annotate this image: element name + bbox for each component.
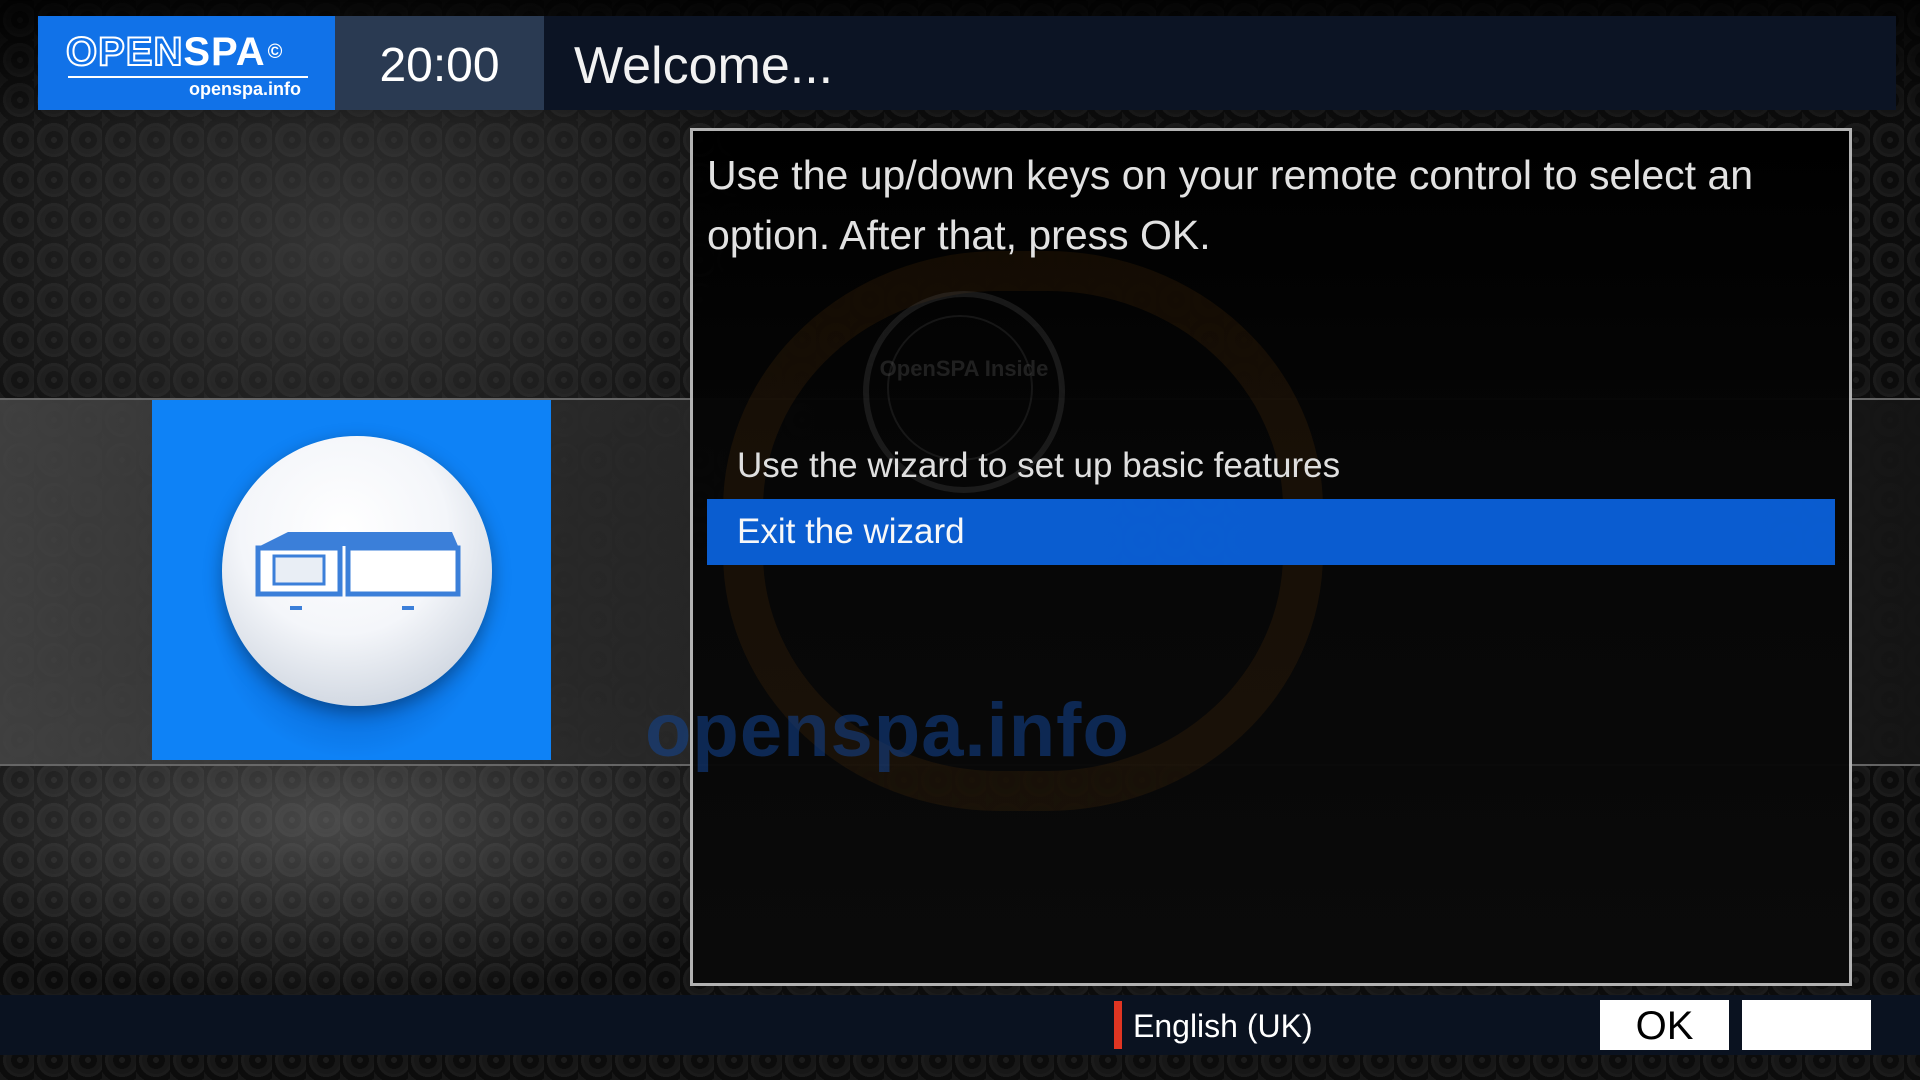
page-title: Welcome... bbox=[574, 37, 834, 95]
footer-bar: English (UK) OK bbox=[0, 995, 1920, 1055]
logo-wordmark: OPENSPA © bbox=[65, 29, 284, 75]
openspa-logo: OPENSPA © openspa.info bbox=[38, 16, 335, 110]
blank-button[interactable] bbox=[1742, 1000, 1871, 1050]
clock-time: 20:00 bbox=[379, 39, 500, 92]
ok-button[interactable]: OK bbox=[1600, 1000, 1729, 1050]
wizard-menu: Use the wizard to set up basic features … bbox=[707, 433, 1835, 565]
logo-divider bbox=[68, 76, 308, 78]
screen: OPENSPA © openspa.info 20:00 Welcome... O… bbox=[0, 0, 1920, 1080]
wizard-icon bbox=[222, 436, 492, 706]
wizard-icon-tile bbox=[152, 400, 551, 760]
watermark-url: openspa.info bbox=[645, 688, 1130, 773]
menu-item-use-wizard[interactable]: Use the wizard to set up basic features bbox=[707, 433, 1835, 499]
watermark-seal-text: OpenSPA Inside bbox=[879, 356, 1049, 381]
menu-item-exit-wizard[interactable]: Exit the wizard bbox=[707, 499, 1835, 565]
logo-url: openspa.info bbox=[189, 79, 301, 99]
receiver-icon bbox=[255, 532, 461, 610]
clock: 20:00 bbox=[335, 16, 544, 110]
red-key-marker bbox=[1114, 1001, 1122, 1049]
wizard-dialog: OpenSPA Inside openspa.info Use the up/d… bbox=[645, 128, 1852, 986]
instruction-text: Use the up/down keys on your remote cont… bbox=[707, 152, 1754, 258]
language-button[interactable]: English (UK) bbox=[1133, 1005, 1313, 1047]
